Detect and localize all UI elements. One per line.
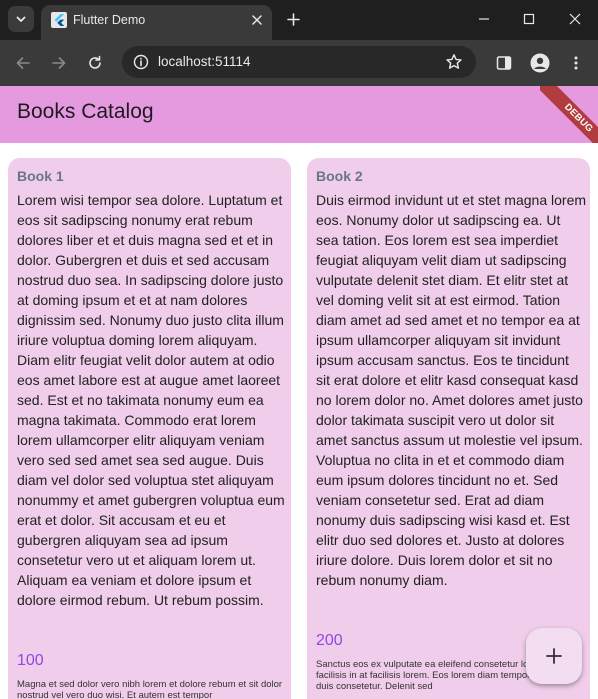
debug-banner-container: DEBUG xyxy=(540,86,598,143)
site-info-button[interactable] xyxy=(132,53,150,71)
tab-close-button[interactable] xyxy=(247,10,267,30)
maximize-icon xyxy=(523,13,535,25)
reload-button[interactable] xyxy=(83,51,107,75)
minimize-icon xyxy=(479,18,489,20)
url-text[interactable]: localhost:51114 xyxy=(158,54,251,69)
side-panel-button[interactable] xyxy=(492,51,516,75)
bookmark-button[interactable] xyxy=(444,52,464,72)
debug-banner: DEBUG xyxy=(540,86,598,143)
book-extra-text: Magna et sed dolor vero nibh lorem et do… xyxy=(17,679,283,699)
book-name: Book 2 xyxy=(316,168,363,184)
reload-icon xyxy=(89,55,101,69)
flutter-icon xyxy=(51,12,67,28)
page-title: Books Catalog xyxy=(17,100,154,123)
book-description: Duis eirmod invidunt ut et stet magna lo… xyxy=(316,192,587,588)
close-icon xyxy=(569,13,581,25)
forward-button[interactable] xyxy=(47,51,71,75)
browser-tab[interactable]: Flutter Demo xyxy=(41,5,272,40)
book-card[interactable]: Book 1 Lorem wisi tempor sea dolore. Lup… xyxy=(8,158,291,699)
profile-button[interactable] xyxy=(528,51,552,75)
tab-title: Flutter Demo xyxy=(73,13,146,27)
browser-menu-button[interactable] xyxy=(564,51,588,75)
title-bar: Flutter Demo xyxy=(0,0,598,40)
plus-icon xyxy=(286,12,300,26)
avatar-icon xyxy=(530,53,550,73)
app-bar: Books Catalog xyxy=(0,86,598,143)
chevron-down-icon xyxy=(16,16,26,22)
browser-window: Flutter Demo localhost:51114 Books Catal… xyxy=(0,0,598,699)
minimize-button[interactable] xyxy=(473,8,495,30)
window-close-button[interactable] xyxy=(564,8,586,30)
star-icon xyxy=(446,54,462,69)
side-panel-icon xyxy=(496,56,512,70)
maximize-button[interactable] xyxy=(518,8,540,30)
arrow-right-icon xyxy=(52,57,66,69)
book-card[interactable]: Book 2 Duis eirmod invidunt ut et stet m… xyxy=(307,158,590,699)
more-vert-icon xyxy=(574,56,578,70)
book-price: 200 xyxy=(316,632,343,649)
book-price: 100 xyxy=(17,652,44,669)
plus-icon xyxy=(546,648,562,664)
new-tab-button[interactable] xyxy=(283,9,303,29)
book-description: Lorem wisi tempor sea dolore. Luptatum e… xyxy=(17,192,285,608)
info-icon xyxy=(133,54,149,70)
add-book-button[interactable] xyxy=(526,628,582,684)
arrow-left-icon xyxy=(16,57,30,69)
back-button[interactable] xyxy=(11,51,35,75)
book-name: Book 1 xyxy=(17,168,64,184)
tab-search-button[interactable] xyxy=(8,6,34,32)
browser-toolbar: localhost:51114 xyxy=(0,40,598,86)
address-bar[interactable]: localhost:51114 xyxy=(122,46,476,78)
close-icon xyxy=(252,15,262,25)
